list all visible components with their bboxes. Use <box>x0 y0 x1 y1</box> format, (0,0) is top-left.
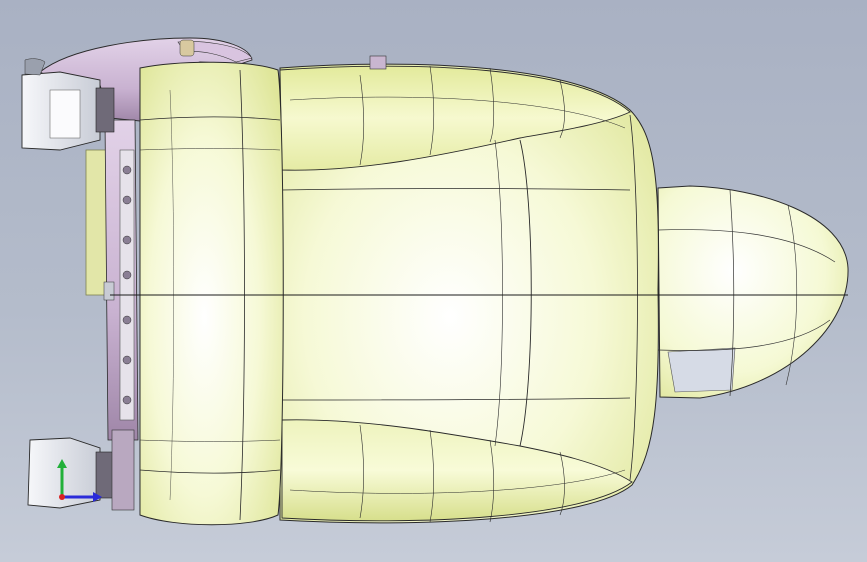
seat-cushion[interactable] <box>139 61 284 526</box>
seat-backrest[interactable] <box>279 63 659 524</box>
seat-frame-rail <box>103 119 139 441</box>
headrest[interactable] <box>657 185 849 399</box>
cad-viewport[interactable] <box>0 0 867 562</box>
seat-model[interactable] <box>0 0 867 562</box>
view-orientation-triad-icon[interactable] <box>50 455 110 510</box>
